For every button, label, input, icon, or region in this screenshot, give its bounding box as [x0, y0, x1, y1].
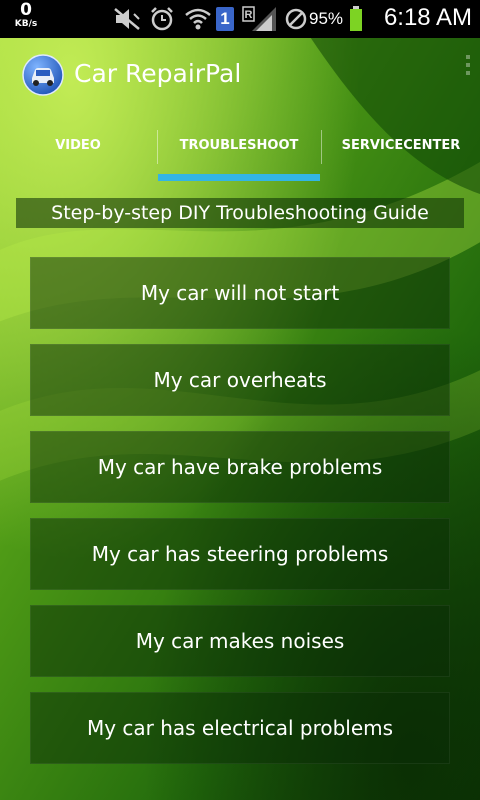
signal-strength-icon: R — [242, 6, 276, 31]
data-speed-value: 0 — [20, 0, 32, 20]
app-title: Car RepairPal — [74, 59, 242, 88]
action-bar: Car RepairPal — [0, 38, 480, 112]
issue-electrical-problems-button[interactable]: My car has electrical problems — [30, 692, 450, 764]
status-bar: 0 KB/s 1 R 95% 6:18 AM — [0, 0, 480, 38]
issue-steering-problems-button[interactable]: My car has steering problems — [30, 518, 450, 590]
issue-noises-button[interactable]: My car makes noises — [30, 605, 450, 677]
battery-icon — [350, 6, 362, 31]
sim-badge: 1 — [216, 7, 234, 31]
guide-heading: Step-by-step DIY Troubleshooting Guide — [16, 198, 464, 228]
clock: 6:18 AM — [383, 4, 472, 31]
app-logo-icon[interactable] — [22, 54, 64, 96]
mute-icon — [114, 8, 140, 30]
issue-overheats-button[interactable]: My car overheats — [30, 344, 450, 416]
issue-brake-problems-button[interactable]: My car have brake problems — [30, 431, 450, 503]
tab-bar: VIDEO TROUBLESHOOT SERVICECENTER — [0, 126, 480, 182]
selected-tab-indicator — [158, 174, 320, 181]
roaming-label: R — [245, 9, 253, 21]
do-not-disturb-icon — [285, 8, 307, 30]
tab-servicecenter[interactable]: SERVICECENTER — [322, 126, 480, 182]
data-speed-indicator: 0 KB/s — [6, 2, 46, 29]
issue-will-not-start-button[interactable]: My car will not start — [30, 257, 450, 329]
troubleshoot-list: My car will not start My car overheats M… — [30, 257, 450, 779]
overflow-menu-icon[interactable] — [466, 55, 472, 79]
tab-video[interactable]: VIDEO — [0, 126, 156, 182]
data-speed-unit: KB/s — [14, 19, 38, 29]
wifi-icon — [185, 8, 211, 30]
alarm-icon — [151, 7, 173, 31]
battery-percent: 95% — [309, 9, 344, 28]
